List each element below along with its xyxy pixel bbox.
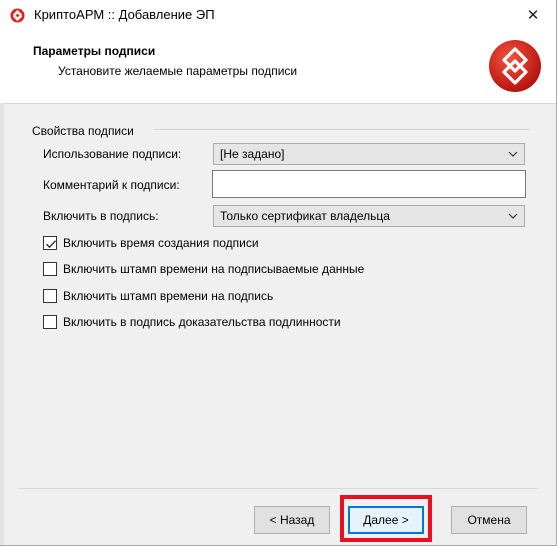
group-divider <box>154 129 530 130</box>
include-select-value: Только сертификат владельца <box>220 209 390 223</box>
page-subtitle: Установите желаемые параметры подписи <box>58 64 298 78</box>
window-title: КриптоАРМ :: Добавление ЭП <box>34 7 215 22</box>
checkbox-data-timestamp[interactable] <box>43 262 57 276</box>
title-bar: КриптоАРМ :: Добавление ЭП ✕ <box>0 0 556 30</box>
left-border-strip <box>0 103 4 545</box>
chevron-down-icon <box>508 213 518 219</box>
dialog-window: КриптоАРМ :: Добавление ЭП ✕ Параметры п… <box>0 0 557 546</box>
checkbox-creation-time[interactable] <box>43 236 57 250</box>
usage-select[interactable]: [Не задано] <box>213 143 525 165</box>
back-button[interactable]: < Назад <box>254 506 330 534</box>
page-title: Параметры подписи <box>33 44 156 58</box>
checkbox-label: Включить штамп времени на подпись <box>63 289 274 303</box>
checkbox-signature-timestamp[interactable] <box>43 289 57 303</box>
footer-divider <box>18 488 538 489</box>
comment-label: Комментарий к подписи: <box>43 178 180 192</box>
checkmark-icon <box>46 240 56 249</box>
chevron-down-icon <box>508 151 518 157</box>
checkbox-label: Включить в подпись доказательства подлин… <box>63 315 341 329</box>
usage-label: Использование подписи: <box>43 147 182 161</box>
checkbox-authenticity-proof[interactable] <box>43 315 57 329</box>
include-select[interactable]: Только сертификат владельца <box>213 205 525 227</box>
wizard-header: Параметры подписи Установите желаемые па… <box>0 30 556 104</box>
next-button[interactable]: Далее > <box>348 506 424 534</box>
comment-input[interactable] <box>212 170 526 198</box>
include-label: Включить в подпись: <box>43 209 159 223</box>
close-icon: ✕ <box>526 7 540 24</box>
cancel-button[interactable]: Отмена <box>451 506 527 534</box>
group-label: Свойства подписи <box>32 124 134 138</box>
checkbox-label: Включить штамп времени на подписываемые … <box>63 262 365 276</box>
checkbox-label: Включить время создания подписи <box>63 236 259 250</box>
cryptoarm-logo <box>489 40 541 92</box>
usage-select-value: [Не задано] <box>220 147 285 161</box>
cryptoarm-logo-icon <box>10 8 25 23</box>
close-button[interactable]: ✕ <box>510 0 556 30</box>
